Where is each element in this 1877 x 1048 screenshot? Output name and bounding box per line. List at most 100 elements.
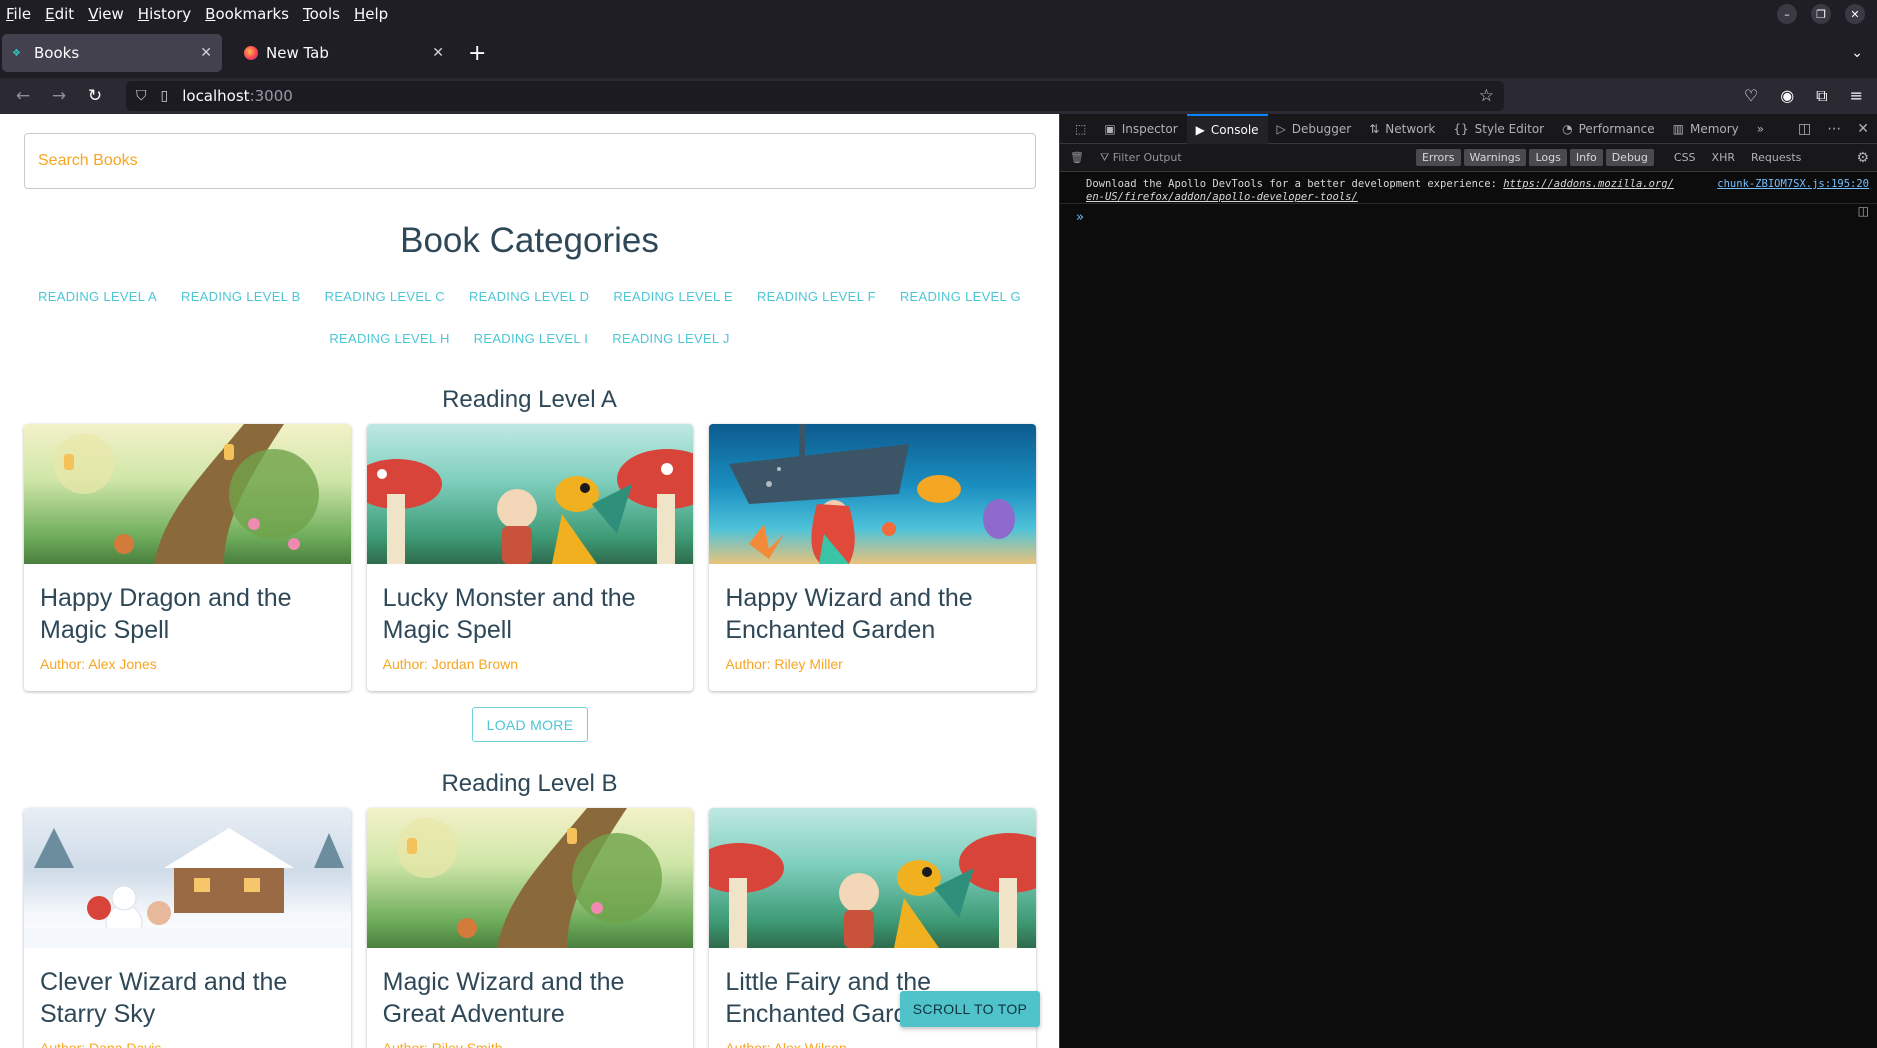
message-link[interactable]: https://addons.mozilla.org/ — [1503, 178, 1674, 190]
category-link[interactable]: READING LEVEL D — [469, 289, 589, 304]
trash-icon[interactable]: 🗑 — [1070, 151, 1084, 164]
firefox-icon — [244, 46, 258, 60]
close-tab-icon[interactable]: ✕ — [432, 45, 444, 61]
minimize-icon[interactable]: – — [1777, 4, 1797, 24]
book-card[interactable]: Clever Wizard and the Starry Sky Author:… — [24, 808, 351, 1048]
extensions-icon[interactable]: ⧉ — [1816, 86, 1827, 106]
load-more-button[interactable]: LOAD MORE — [472, 707, 588, 742]
shield-icon[interactable]: ⛉ — [136, 88, 147, 104]
filter-requests[interactable]: Requests — [1751, 151, 1801, 164]
filter-output-input[interactable]: ⛛ Filter Output — [1100, 151, 1400, 165]
tab-inspector[interactable]: ▣ Inspector — [1095, 114, 1186, 144]
pocket-icon[interactable]: ♡ — [1744, 86, 1758, 106]
dragon-mushroom-illustration — [709, 833, 1037, 948]
menu-file[interactable]: File — [6, 5, 31, 23]
tab-new-tab[interactable]: New Tab ✕ — [234, 34, 454, 72]
filter-xhr[interactable]: XHR — [1712, 151, 1735, 164]
filter-info[interactable]: Info — [1569, 149, 1603, 166]
reload-icon[interactable]: ↻ — [80, 86, 110, 106]
fairy-forest-illustration — [54, 424, 319, 564]
category-link[interactable]: READING LEVEL G — [900, 289, 1021, 304]
category-link[interactable]: READING LEVEL A — [38, 289, 157, 304]
book-card[interactable]: Lucky Monster and the Magic Spell Author… — [366, 424, 694, 691]
inspector-icon: ▣ — [1104, 121, 1116, 136]
filter-logs[interactable]: Logs — [1529, 149, 1567, 166]
tab-memory[interactable]: ▥ Memory — [1664, 114, 1748, 144]
menu-edit[interactable]: Edit — [45, 5, 74, 23]
page-icon: ▯ — [160, 88, 169, 104]
tab-performance[interactable]: ◔ Performance — [1553, 114, 1664, 144]
url-bar[interactable]: ⛉ ▯ localhost :3000 ☆ — [126, 81, 1504, 111]
message-link-continued[interactable]: en-US/firefox/addon/apollo-developer-too… — [1086, 191, 1358, 203]
close-tab-icon[interactable]: ✕ — [200, 45, 212, 61]
restore-icon[interactable]: ❐ — [1811, 4, 1831, 24]
category-link[interactable]: READING LEVEL B — [181, 289, 301, 304]
menu-history[interactable]: History — [138, 5, 191, 23]
new-tab-plus-icon[interactable]: + — [468, 41, 486, 66]
book-title: Happy Dragon and the Magic Spell — [40, 584, 292, 644]
section-title: Reading Level B — [441, 770, 618, 797]
book-author: Author: Alex Jones — [40, 656, 157, 672]
tab-network[interactable]: ⇅ Network — [1360, 114, 1444, 144]
category-link[interactable]: READING LEVEL F — [757, 289, 876, 304]
filter-placeholder: Filter Output — [1112, 150, 1182, 164]
tab-books[interactable]: ❖ Books ✕ — [2, 34, 222, 72]
more-tabs-chevron-icon[interactable]: » — [1748, 114, 1773, 144]
forward-arrow-icon[interactable]: → — [44, 86, 74, 106]
web-page: Search Books Book Categories READING LEV… — [0, 114, 1059, 1048]
category-link[interactable]: READING LEVEL H — [329, 331, 449, 346]
category-links: READING LEVEL A READING LEVEL B READING … — [0, 289, 1059, 373]
book-cover-image — [366, 808, 694, 948]
list-all-tabs-icon[interactable]: ⌄ — [1851, 45, 1863, 61]
book-card[interactable]: Magic Wizard and the Great Adventure Aut… — [366, 808, 694, 1048]
menu-help[interactable]: Help — [354, 5, 388, 23]
hamburger-menu-icon[interactable]: ≡ — [1850, 86, 1863, 106]
book-cover-image — [709, 808, 1037, 948]
scroll-to-top-button[interactable]: SCROLL TO TOP — [900, 991, 1040, 1027]
console-input[interactable]: » — [1060, 204, 1877, 231]
page-title: Book Categories — [400, 221, 659, 260]
tab-label: Books — [34, 44, 80, 62]
back-arrow-icon[interactable]: ← — [8, 86, 38, 106]
message-source-link[interactable]: chunk-ZBIOM7SX.js:195:20 — [1717, 178, 1869, 191]
menu-bookmarks[interactable]: Bookmarks — [205, 5, 289, 23]
book-cover-image — [709, 424, 1037, 564]
filter-debug[interactable]: Debug — [1605, 149, 1654, 166]
menu-tools[interactable]: Tools — [303, 5, 340, 23]
category-link[interactable]: READING LEVEL J — [612, 331, 729, 346]
more-options-icon[interactable]: ⋯ — [1827, 121, 1841, 137]
fairy-forest-illustration — [396, 808, 662, 948]
book-card[interactable]: Happy Wizard and the Enchanted Garden Au… — [709, 424, 1037, 691]
filter-warnings[interactable]: Warnings — [1463, 149, 1527, 166]
tab-style-editor[interactable]: {} Style Editor — [1444, 114, 1553, 144]
category-row: READING LEVEL H READING LEVEL I READING … — [0, 331, 1059, 346]
search-input[interactable]: Search Books — [24, 133, 1036, 189]
tab-label: New Tab — [266, 44, 329, 62]
console-settings-gear-icon[interactable]: ⚙ — [1856, 150, 1869, 166]
dock-side-icon[interactable]: ◫ — [1798, 121, 1811, 137]
book-author: Author: Dana Davis — [40, 1040, 162, 1048]
category-row: READING LEVEL A READING LEVEL B READING … — [0, 289, 1059, 304]
tab-label: Performance — [1578, 121, 1655, 136]
book-card[interactable]: Happy Dragon and the Magic Spell Author:… — [24, 424, 351, 691]
bookmark-star-icon[interactable]: ☆ — [1479, 86, 1494, 106]
close-window-icon[interactable]: ✕ — [1845, 4, 1865, 24]
book-title: Clever Wizard and the Starry Sky — [40, 968, 288, 1028]
category-link[interactable]: READING LEVEL I — [474, 331, 589, 346]
category-link[interactable]: READING LEVEL E — [613, 289, 733, 304]
book-cover-image — [24, 808, 351, 948]
split-console-icon[interactable]: ◫ — [1858, 204, 1869, 218]
menu-view[interactable]: View — [88, 5, 124, 23]
snow-cottage-illustration — [24, 828, 351, 948]
category-link[interactable]: READING LEVEL C — [325, 289, 445, 304]
filter-errors[interactable]: Errors — [1415, 149, 1461, 166]
tab-label: Memory — [1689, 121, 1739, 136]
tab-console[interactable]: ▶ Console — [1186, 113, 1268, 144]
element-picker-icon[interactable]: ⬚ — [1066, 114, 1095, 144]
filter-css[interactable]: CSS — [1674, 151, 1696, 164]
book-title: Lucky Monster and the Magic Spell — [382, 584, 636, 644]
close-devtools-icon[interactable]: ✕ — [1857, 121, 1869, 137]
console-filter-bar: 🗑 ⛛ Filter Output Errors Warnings Logs I… — [1060, 144, 1877, 172]
tab-debugger[interactable]: ▷ Debugger — [1268, 114, 1361, 144]
account-icon[interactable]: ◉ — [1780, 86, 1794, 106]
